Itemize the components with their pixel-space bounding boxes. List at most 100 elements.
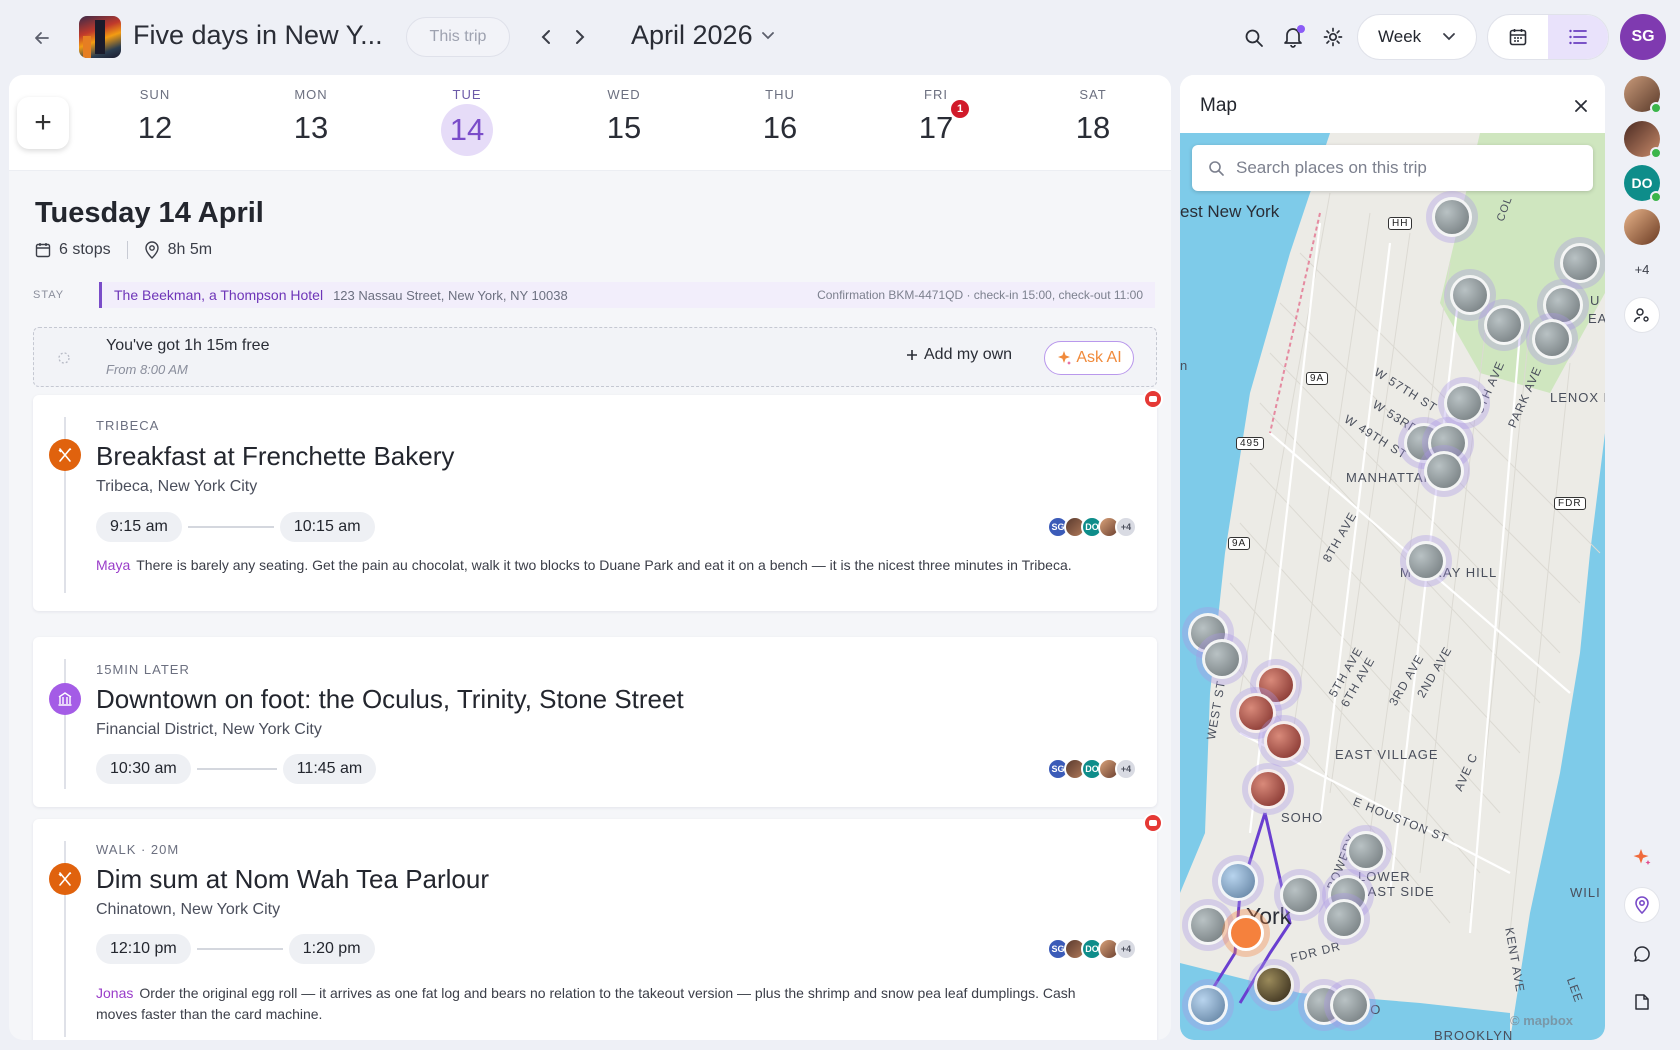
map-place-marker[interactable] [1424,451,1464,491]
online-indicator [1650,147,1662,159]
map-place-marker[interactable] [1560,243,1600,283]
notification-bell-icon[interactable] [1279,23,1307,51]
map-label: EAS [1588,311,1605,326]
day-mon[interactable]: MON 13 [276,87,346,154]
view-mode-select[interactable]: Week [1357,14,1477,60]
chevron-down-icon [1443,33,1455,41]
event-card[interactable]: 15MIN LATER Downtown on foot: the Oculus… [33,637,1157,807]
add-event-button[interactable]: + [17,97,69,149]
event-location: Tribeca, New York City [96,478,258,495]
hotel-name[interactable]: The Beekman, a Thompson Hotel [114,287,323,303]
search-icon[interactable] [1240,24,1268,52]
this-trip-filter[interactable]: This trip [406,17,510,57]
route-shield: 9A [1228,537,1251,550]
map-place-marker[interactable] [1248,769,1288,809]
manage-people-icon[interactable] [1624,297,1660,333]
map-place-marker[interactable] [1346,831,1386,871]
note-text: There is barely any seating. Get the pai… [136,557,1072,573]
stops-count: 6 stops [59,241,111,258]
chevron-left-icon[interactable] [534,24,558,50]
map-search-field[interactable] [1192,145,1593,191]
online-indicator [1650,191,1662,203]
day-number: 15 [606,110,642,145]
map-place-marker[interactable] [1264,721,1304,761]
day-tue[interactable]: TUE 14 [432,87,502,156]
event-title[interactable]: Breakfast at Frenchette Bakery [96,441,454,472]
comment-flag-icon[interactable] [1143,813,1163,833]
start-time[interactable]: 12:10 pm [96,934,191,964]
gear-icon[interactable] [1319,23,1347,51]
back-arrow-icon[interactable] [28,24,56,52]
map-place-marker[interactable] [1444,383,1484,423]
start-time[interactable]: 9:15 am [96,512,182,542]
map-panel: Map est New York n MANHATTAN MURRAY HILL… [1180,75,1605,1040]
more-collaborators[interactable]: +4 [1624,262,1660,277]
close-icon[interactable] [1572,97,1590,115]
user-avatar[interactable]: SG [1620,14,1666,60]
map-attribution: © mapbox [1510,1013,1574,1028]
map-place-marker[interactable] [1484,305,1524,345]
trip-thumbnail[interactable] [79,16,121,58]
attendee-stack[interactable]: SG DO +4 [1047,516,1137,538]
map-canvas[interactable] [1180,133,1605,1040]
map-place-marker[interactable] [1532,319,1572,359]
ai-sparkle-icon[interactable] [1624,839,1660,875]
day-fri[interactable]: FRI 17 1 [901,87,971,154]
calendar-view-icon[interactable] [1488,15,1548,59]
chat-icon[interactable] [1624,936,1660,972]
map-pin-icon[interactable] [1624,887,1660,923]
trip-title[interactable]: Five days in New Y... [133,20,383,51]
collaborator-avatar[interactable] [1624,76,1662,114]
attendee-overflow: +4 [1115,758,1137,780]
map-place-marker[interactable] [1324,899,1364,939]
map-place-marker[interactable] [1432,197,1472,237]
map-place-marker[interactable] [1450,275,1490,315]
chevron-right-icon[interactable] [568,24,592,50]
attendee-stack[interactable]: SG DO +4 [1047,758,1137,780]
end-time[interactable]: 10:15 am [279,512,375,542]
event-card[interactable]: TRIBECA Breakfast at Frenchette Bakery T… [33,389,1163,611]
collaborator-initials: DO [1631,175,1653,191]
day-sun[interactable]: SUN 12 [120,87,190,154]
map-place-marker[interactable] [1280,875,1320,915]
note-author: Jonas [96,985,134,1001]
hotel-home-pin-icon[interactable] [1228,915,1264,951]
event-times: 9:15 am 10:15 am [96,512,375,542]
day-sat[interactable]: SAT 18 [1058,87,1128,154]
map-place-marker[interactable] [1406,541,1446,581]
map-place-marker[interactable] [1218,861,1258,901]
event-note: Jonas Order the original egg roll — it ar… [96,983,1097,1025]
stay-banner[interactable]: STAY The Beekman, a Thompson Hotel 123 N… [31,280,1155,310]
attendee-stack[interactable]: SG DO +4 [1047,938,1137,960]
collaborator-avatar[interactable]: DO [1624,165,1662,203]
document-icon[interactable] [1624,984,1660,1020]
map-search-input[interactable] [1236,158,1566,178]
free-time-slot: You've got 1h 15m free From 8:00 AM Add … [33,327,1157,387]
end-time[interactable]: 11:45 am [282,754,377,784]
day-wed[interactable]: WED 15 [589,87,659,154]
event-card[interactable]: WALK · 20M Dim sum at Nom Wah Tea Parlou… [33,813,1163,1040]
map-place-marker[interactable] [1330,985,1370,1025]
drag-handle-icon[interactable] [56,350,72,366]
day-heading: Tuesday 14 April [35,197,264,229]
start-time[interactable]: 10:30 am [96,754,191,784]
event-title[interactable]: Downtown on foot: the Oculus, Trinity, S… [96,684,684,715]
day-thu[interactable]: THU 16 [745,87,815,154]
map-place-marker[interactable] [1254,965,1294,1005]
list-view-icon[interactable] [1548,15,1608,59]
comment-flag-icon[interactable] [1143,389,1163,409]
calendar-icon [35,243,51,258]
map-place-marker[interactable] [1188,985,1228,1025]
note-author: Maya [96,557,131,573]
collaborator-avatar[interactable] [1624,121,1662,159]
add-my-own-button[interactable]: Add my own [906,346,1012,364]
month-selector[interactable]: April 2026 [631,20,775,51]
map-place-marker[interactable] [1202,639,1242,679]
collaborator-avatar[interactable] [1624,209,1660,245]
route-shield: FDR [1554,497,1586,510]
event-title[interactable]: Dim sum at Nom Wah Tea Parlour [96,864,489,895]
end-time[interactable]: 1:20 pm [288,934,375,964]
event-eyebrow: WALK · 20M [96,842,180,857]
ask-ai-button[interactable]: Ask AI [1044,341,1134,375]
map-place-marker[interactable] [1188,905,1228,945]
